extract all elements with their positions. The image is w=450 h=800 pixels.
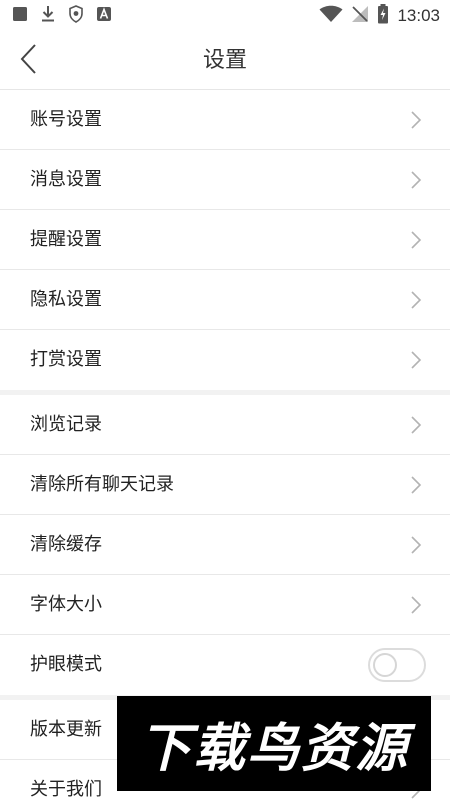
chevron-right-icon (410, 596, 422, 614)
settings-item-label: 版本更新 (30, 719, 102, 740)
wifi-icon (319, 5, 343, 27)
chevron-right-icon (410, 171, 422, 189)
status-time: 13:03 (397, 6, 440, 25)
settings-item-clear-chats[interactable]: 清除所有聊天记录 (0, 455, 450, 515)
no-signal-icon (351, 5, 369, 27)
eye-protection-toggle[interactable] (368, 648, 426, 682)
settings-item-tipping[interactable]: 打赏设置 (0, 330, 450, 390)
chevron-right-icon (410, 231, 422, 249)
settings-item-messages[interactable]: 消息设置 (0, 150, 450, 210)
square-notification-icon (12, 6, 28, 26)
chevron-right-icon (410, 111, 422, 129)
settings-group-account: 账号设置 消息设置 提醒设置 隐私设置 打赏设置 (0, 90, 450, 390)
status-bar-left (12, 5, 112, 27)
chevron-right-icon (410, 476, 422, 494)
chevron-right-icon (410, 416, 422, 434)
settings-item-label: 清除缓存 (30, 534, 102, 555)
chevron-right-icon (410, 536, 422, 554)
settings-item-font-size[interactable]: 字体大小 (0, 575, 450, 635)
settings-item-history[interactable]: 浏览记录 (0, 395, 450, 455)
settings-item-label: 字体大小 (30, 594, 102, 615)
watermark-banner: 下载鸟资源 (117, 696, 431, 791)
settings-item-label: 护眼模式 (30, 654, 102, 675)
page-title: 设置 (202, 48, 247, 73)
a-notification-icon (96, 6, 112, 26)
settings-item-clear-cache[interactable]: 清除缓存 (0, 515, 450, 575)
settings-item-label: 提醒设置 (30, 229, 102, 250)
settings-item-label: 关于我们 (30, 779, 102, 800)
settings-item-label: 消息设置 (30, 169, 102, 190)
settings-item-label: 浏览记录 (30, 414, 102, 435)
chevron-right-icon (410, 291, 422, 309)
settings-item-privacy[interactable]: 隐私设置 (0, 270, 450, 330)
settings-item-label: 隐私设置 (30, 289, 102, 310)
status-bar-right: 13:03 (319, 4, 440, 28)
app-header: 设置 (0, 32, 450, 90)
download-icon (40, 5, 56, 27)
settings-item-label: 清除所有聊天记录 (30, 474, 174, 495)
toggle-knob (373, 653, 397, 677)
watermark-text: 下载鸟资源 (138, 719, 409, 779)
settings-item-label: 打赏设置 (30, 349, 102, 370)
settings-item-eye-protection: 护眼模式 (0, 635, 450, 695)
status-bar: 13:03 (0, 0, 450, 32)
shield-icon (68, 5, 84, 27)
chevron-right-icon (410, 351, 422, 369)
battery-charging-icon (377, 4, 389, 28)
settings-item-label: 账号设置 (30, 109, 102, 130)
settings-item-reminders[interactable]: 提醒设置 (0, 210, 450, 270)
settings-item-account[interactable]: 账号设置 (0, 90, 450, 150)
settings-group-general: 浏览记录 清除所有聊天记录 清除缓存 字体大小 护眼模式 (0, 395, 450, 695)
